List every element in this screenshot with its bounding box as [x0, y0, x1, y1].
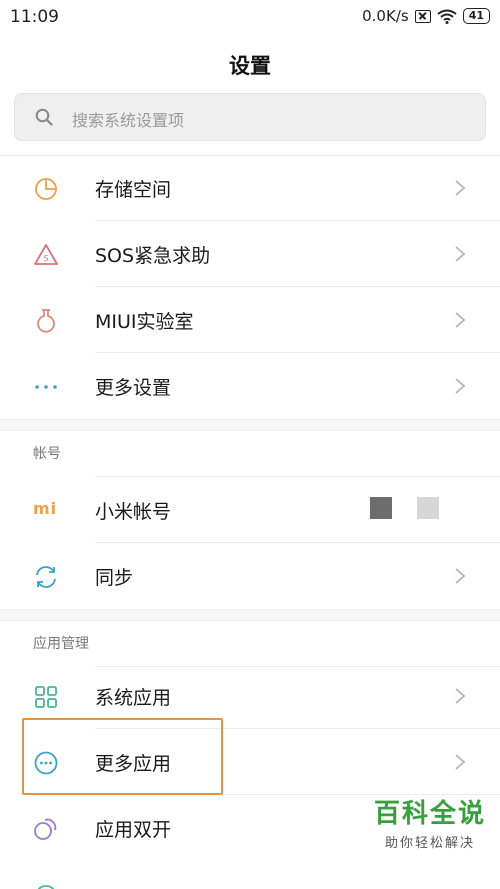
partial-item-icon: [37, 885, 55, 889]
chevron-right-icon: [455, 688, 466, 704]
sync-icon: [36, 566, 56, 588]
section-gap: [0, 419, 500, 431]
mi-logo-icon: mi: [33, 499, 58, 518]
watermark-logo: 百科全说 助你轻松解决: [374, 793, 486, 851]
battery-indicator: 41: [462, 8, 490, 24]
wifi-icon: [437, 9, 457, 24]
search-icon: [35, 108, 53, 126]
svg-text:S: S: [43, 254, 48, 263]
settings-item-label: 存储空间: [95, 179, 172, 201]
chevron-right-icon: [455, 180, 466, 196]
settings-item-label: 系统应用: [95, 687, 172, 709]
section-header-account: 帐号: [0, 431, 500, 477]
no-sim-icon: [414, 9, 431, 23]
watermark-subtitle: 助你轻松解决: [384, 836, 475, 851]
settings-item-storage[interactable]: 存储空间: [0, 155, 500, 221]
settings-item-label: SOS紧急求助: [95, 245, 211, 267]
settings-item-label: 更多应用: [95, 753, 172, 775]
watermark-title: 百科全说: [373, 799, 486, 829]
storage-pie-icon: [35, 178, 57, 200]
section-title: 帐号: [33, 446, 61, 462]
settings-item-sos[interactable]: S SOS紧急求助: [0, 221, 500, 287]
section-gap: [0, 609, 500, 621]
chevron-right-icon: [455, 246, 466, 262]
page-title: 设置: [229, 54, 271, 78]
network-speed: 0.0K/s: [362, 7, 409, 25]
dual-app-icon: [34, 818, 57, 840]
chevron-right-icon: [455, 312, 466, 328]
settings-item-label: 应用双开: [95, 819, 172, 841]
settings-item-label: 小米帐号: [95, 501, 172, 523]
settings-item-sync[interactable]: 同步: [0, 543, 500, 609]
search-placeholder: 搜索系统设置项: [72, 111, 185, 130]
account-avatar-placeholder: [417, 497, 439, 519]
grid-apps-icon: [35, 686, 57, 708]
settings-item-mi-account[interactable]: mi 小米帐号: [0, 477, 500, 543]
settings-item-more-settings[interactable]: 更多设置: [0, 353, 500, 419]
lab-flask-icon: [37, 309, 55, 333]
settings-item-label: 更多设置: [95, 377, 172, 399]
chevron-right-icon: [455, 754, 466, 770]
status-time: 11:09: [10, 7, 59, 27]
section-header-app-management: 应用管理: [0, 621, 500, 667]
more-dots-icon: [35, 385, 57, 389]
settings-item-partial[interactable]: [0, 861, 500, 889]
section-title: 应用管理: [33, 636, 89, 652]
settings-item-system-apps[interactable]: 系统应用: [0, 663, 500, 729]
settings-item-more-apps[interactable]: 更多应用: [0, 729, 500, 795]
settings-item-label: 同步: [95, 567, 134, 589]
sos-triangle-icon: S: [34, 244, 58, 265]
chevron-right-icon: [455, 378, 466, 394]
settings-item-miui-lab[interactable]: MIUI实验室: [0, 287, 500, 353]
account-avatar-placeholder: [370, 497, 392, 519]
status-indicators: 0.0K/s 41: [362, 7, 490, 25]
search-input[interactable]: 搜索系统设置项: [14, 93, 486, 141]
chevron-right-icon: [455, 568, 466, 584]
more-circle-icon: [34, 751, 58, 775]
settings-item-label: MIUI实验室: [95, 311, 194, 333]
status-bar: 11:09 0.0K/s 41: [0, 0, 500, 36]
